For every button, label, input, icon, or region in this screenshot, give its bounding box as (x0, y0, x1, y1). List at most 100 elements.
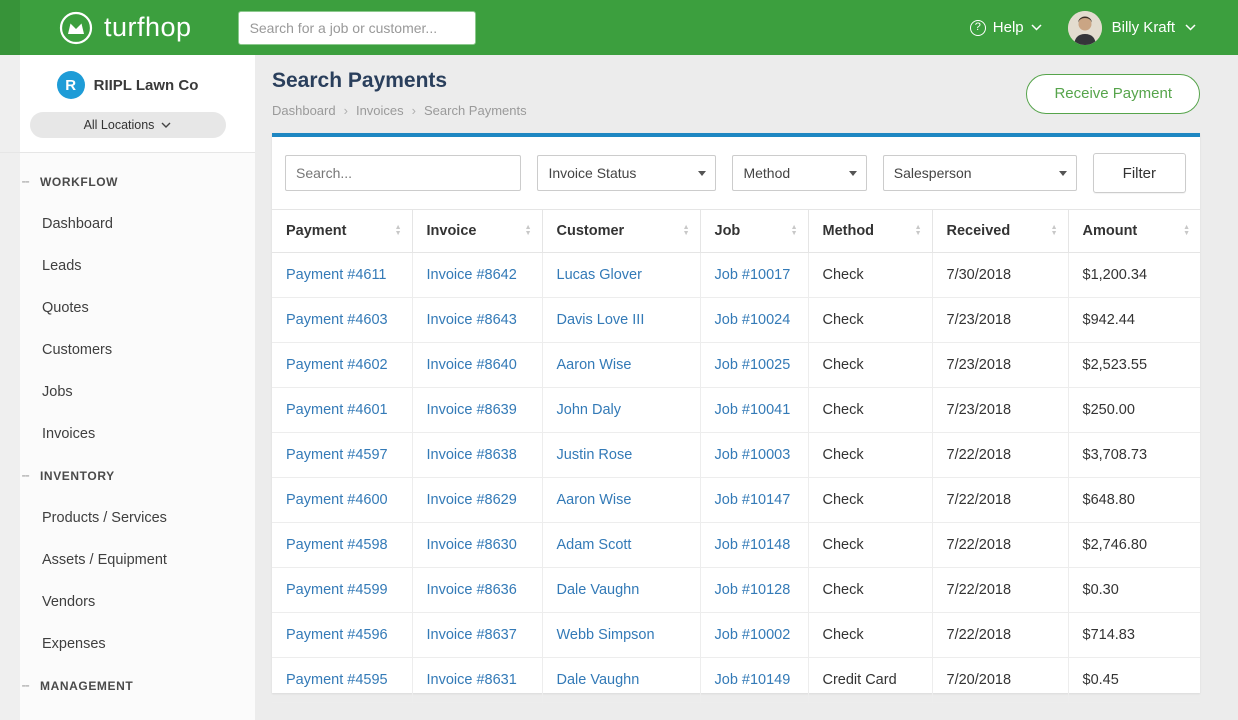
sort-icon: ▲▼ (395, 225, 402, 237)
payment-link-text[interactable]: Payment #4601 (286, 402, 388, 418)
sidebar-item-expenses[interactable]: Expenses (0, 623, 255, 665)
sidebar-item-customers[interactable]: Customers (0, 329, 255, 371)
sidebar-item-quotes[interactable]: Quotes (0, 287, 255, 329)
customer-link-text[interactable]: John Daly (557, 402, 621, 418)
payment-link-text[interactable]: Payment #4602 (286, 357, 388, 373)
method-value: Method (743, 165, 790, 181)
breadcrumb-item-search-payments: Search Payments (424, 103, 527, 118)
invoice-link-text[interactable]: Invoice #8630 (427, 537, 517, 553)
invoice-link-text[interactable]: Invoice #8629 (427, 492, 517, 508)
payments-search-input[interactable] (285, 155, 521, 191)
customer-link-text[interactable]: Justin Rose (557, 447, 633, 463)
customer-link-text[interactable]: Webb Simpson (557, 627, 655, 643)
sidebar-item-products-services[interactable]: Products / Services (0, 497, 255, 539)
receive-payment-button[interactable]: Receive Payment (1026, 74, 1200, 114)
payment-link-text[interactable]: Payment #4611 (286, 267, 387, 283)
received-cell-text: 7/22/2018 (947, 537, 1012, 553)
column-header-received[interactable]: Received▲▼ (932, 210, 1068, 253)
payment-link: Payment #4599 (272, 568, 412, 613)
amount-cell: $2,746.80 (1068, 523, 1200, 568)
caret-down-icon (1059, 171, 1067, 176)
customer-link-text[interactable]: Aaron Wise (557, 357, 632, 373)
column-header-payment[interactable]: Payment▲▼ (272, 210, 412, 253)
sidebar-item-vendors[interactable]: Vendors (0, 581, 255, 623)
help-menu[interactable]: ? Help (970, 19, 1042, 36)
user-menu[interactable]: Billy Kraft (1068, 11, 1196, 45)
column-header-job[interactable]: Job▲▼ (700, 210, 808, 253)
customer-link: Webb Simpson (542, 613, 700, 658)
locations-dropdown[interactable]: All Locations (30, 112, 226, 138)
method-cell: Credit Card (808, 658, 932, 703)
customer-link-text[interactable]: Aaron Wise (557, 492, 632, 508)
payment-link-text[interactable]: Payment #4599 (286, 582, 388, 598)
invoice-link-text[interactable]: Invoice #8631 (427, 672, 517, 688)
breadcrumb-item-dashboard[interactable]: Dashboard (272, 103, 336, 118)
payment-link-text[interactable]: Payment #4596 (286, 627, 388, 643)
invoice-link-text[interactable]: Invoice #8642 (427, 267, 517, 283)
amount-cell-text: $714.83 (1083, 627, 1135, 643)
invoice-link-text[interactable]: Invoice #8636 (427, 582, 517, 598)
received-cell-text: 7/20/2018 (947, 672, 1012, 688)
payment-link: Payment #4602 (272, 343, 412, 388)
payment-link-text[interactable]: Payment #4595 (286, 672, 388, 688)
payment-link-text[interactable]: Payment #4600 (286, 492, 388, 508)
invoice-link-text[interactable]: Invoice #8643 (427, 312, 517, 328)
breadcrumb-item-invoices[interactable]: Invoices (356, 103, 404, 118)
salesperson-select[interactable]: Salesperson (883, 155, 1077, 191)
job-link: Job #10003 (700, 433, 808, 478)
job-link-text[interactable]: Job #10149 (715, 672, 791, 688)
invoice-link-text[interactable]: Invoice #8638 (427, 447, 517, 463)
payment-link-text[interactable]: Payment #4603 (286, 312, 388, 328)
sidebar-item-assets-equipment[interactable]: Assets / Equipment (0, 539, 255, 581)
payment-link-text[interactable]: Payment #4597 (286, 447, 388, 463)
table-row: Payment #4601 Invoice #8639 John Daly Job #… (272, 388, 1200, 433)
sidebar-item-dashboard[interactable]: Dashboard (0, 203, 255, 245)
job-link-text[interactable]: Job #10041 (715, 402, 791, 418)
company-name: RIIPL Lawn Co (94, 77, 199, 94)
invoice-link-text[interactable]: Invoice #8640 (427, 357, 517, 373)
job-link-text[interactable]: Job #10128 (715, 582, 791, 598)
job-link-text[interactable]: Job #10025 (715, 357, 791, 373)
chevron-down-icon (161, 122, 171, 128)
received-cell-text: 7/23/2018 (947, 357, 1012, 373)
job-link-text[interactable]: Job #10003 (715, 447, 791, 463)
customer-link-text[interactable]: Davis Love III (557, 312, 645, 328)
invoice-status-select[interactable]: Invoice Status (537, 155, 716, 191)
job-link: Job #10002 (700, 613, 808, 658)
table-row: Payment #4598 Invoice #8630 Adam Scott Job … (272, 523, 1200, 568)
invoice-link-text[interactable]: Invoice #8637 (427, 627, 517, 643)
amount-cell-text: $3,708.73 (1083, 447, 1148, 463)
invoice-link: Invoice #8637 (412, 613, 542, 658)
brand-name: turfhop (104, 12, 192, 43)
filter-button[interactable]: Filter (1093, 153, 1186, 193)
customer-link-text[interactable]: Dale Vaughn (557, 672, 640, 688)
amount-cell-text: $0.30 (1083, 582, 1119, 598)
global-search-input[interactable] (238, 11, 476, 45)
customer-link-text[interactable]: Adam Scott (557, 537, 632, 553)
company-row[interactable]: R RIIPL Lawn Co (0, 71, 255, 99)
column-header-method[interactable]: Method▲▼ (808, 210, 932, 253)
column-header-invoice[interactable]: Invoice▲▼ (412, 210, 542, 253)
method-cell: Check (808, 568, 932, 613)
invoice-link-text[interactable]: Invoice #8639 (427, 402, 517, 418)
customer-link-text[interactable]: Lucas Glover (557, 267, 642, 283)
page-title: Search Payments (272, 69, 527, 93)
customer-link-text[interactable]: Dale Vaughn (557, 582, 640, 598)
brand[interactable]: turfhop (58, 10, 192, 46)
method-select[interactable]: Method (732, 155, 866, 191)
job-link-text[interactable]: Job #10002 (715, 627, 791, 643)
payment-link-text[interactable]: Payment #4598 (286, 537, 388, 553)
column-header-amount[interactable]: Amount▲▼ (1068, 210, 1200, 253)
sidebar-item-jobs[interactable]: Jobs (0, 371, 255, 413)
sidebar-section-inventory: ╌INVENTORY (0, 455, 255, 497)
job-link-text[interactable]: Job #10017 (715, 267, 791, 283)
sort-icon: ▲▼ (683, 225, 690, 237)
sidebar-item-invoices[interactable]: Invoices (0, 413, 255, 455)
job-link-text[interactable]: Job #10148 (715, 537, 791, 553)
customer-link: Justin Rose (542, 433, 700, 478)
job-link-text[interactable]: Job #10147 (715, 492, 791, 508)
table-row: Payment #4595 Invoice #8631 Dale Vaughn Job… (272, 658, 1200, 703)
job-link-text[interactable]: Job #10024 (715, 312, 791, 328)
sidebar-item-leads[interactable]: Leads (0, 245, 255, 287)
column-header-customer[interactable]: Customer▲▼ (542, 210, 700, 253)
